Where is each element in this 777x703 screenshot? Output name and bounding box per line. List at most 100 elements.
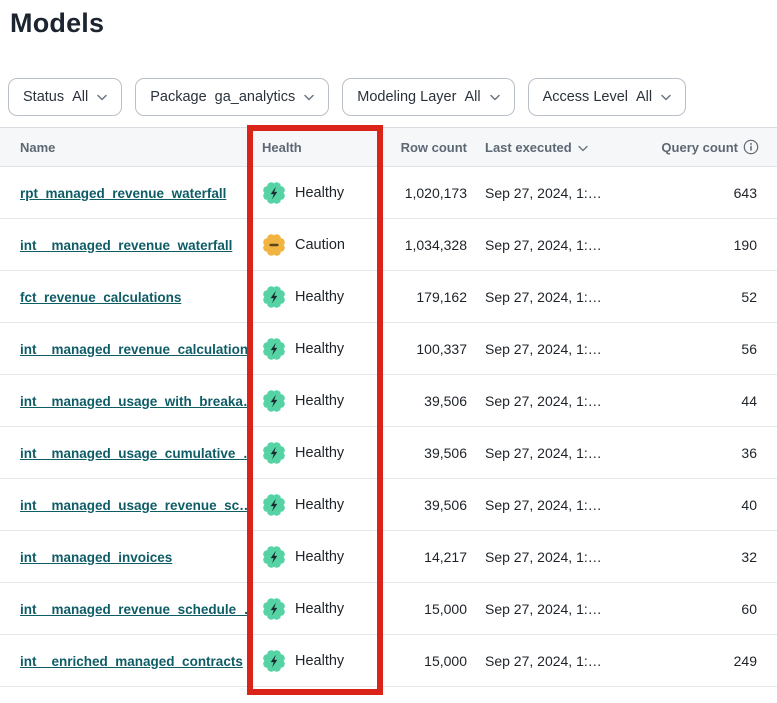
- health-status-label: Caution: [295, 237, 345, 253]
- model-name-link[interactable]: int__managed_usage_cumulative_…: [20, 446, 247, 461]
- model-name-link[interactable]: int__managed_revenue_calculations: [20, 342, 247, 357]
- last-executed-cell: Sep 27, 2024, 1:…: [467, 497, 645, 513]
- row-count-cell: 39,506: [383, 445, 467, 461]
- query-count-cell: 60: [645, 601, 777, 617]
- name-cell: fct_revenue_calculations: [0, 289, 247, 305]
- model-name-link[interactable]: fct_revenue_calculations: [20, 290, 181, 305]
- status-filter[interactable]: Status All: [8, 78, 122, 116]
- health-status-label: Healthy: [295, 185, 344, 201]
- column-header-name: Name: [0, 140, 247, 155]
- health-badge-icon: [262, 181, 286, 205]
- row-count-cell: 39,506: [383, 497, 467, 513]
- health-cell: Healthy: [247, 493, 383, 517]
- name-cell: int__enriched_managed_contracts: [0, 653, 247, 669]
- row-count-cell: 100,337: [383, 341, 467, 357]
- health-status-label: Healthy: [295, 549, 344, 565]
- model-name-link[interactable]: rpt_managed_revenue_waterfall: [20, 186, 226, 201]
- last-executed-cell: Sep 27, 2024, 1:…: [467, 393, 645, 409]
- table-row: int__managed_usage_revenue_sc… Healthy 3…: [0, 479, 777, 531]
- last-executed-cell: Sep 27, 2024, 1:…: [467, 237, 645, 253]
- health-cell: Healthy: [247, 545, 383, 569]
- chevron-down-icon: [97, 94, 107, 101]
- row-count-cell: 15,000: [383, 653, 467, 669]
- health-status-label: Healthy: [295, 341, 344, 357]
- health-status-label: Healthy: [295, 601, 344, 617]
- model-name-link[interactable]: int__managed_usage_revenue_sc…: [20, 498, 247, 513]
- health-badge-icon: [262, 493, 286, 517]
- modeling-layer-filter[interactable]: Modeling Layer All: [342, 78, 514, 116]
- model-name-link[interactable]: int__enriched_managed_contracts: [20, 654, 243, 669]
- health-badge-icon: [262, 337, 286, 361]
- row-count-cell: 1,034,328: [383, 237, 467, 253]
- query-count-cell: 36: [645, 445, 777, 461]
- column-header-row-count: Row count: [383, 140, 467, 155]
- name-cell: int__managed_invoices: [0, 549, 247, 565]
- health-badge-icon: [262, 441, 286, 465]
- package-filter-value: ga_analytics: [215, 89, 296, 105]
- health-badge-icon: [262, 285, 286, 309]
- table-row: rpt_managed_revenue_waterfall Healthy 1,…: [0, 167, 777, 219]
- table-header-row: Name Health Row count Last executed Quer…: [0, 127, 777, 167]
- table-row: int__managed_usage_with_breaka… Healthy …: [0, 375, 777, 427]
- modeling-layer-filter-value: All: [464, 89, 480, 105]
- row-count-cell: 39,506: [383, 393, 467, 409]
- health-badge-icon: [262, 389, 286, 413]
- access-level-filter[interactable]: Access Level All: [528, 78, 687, 116]
- table-row: fct_revenue_calculations Healthy 179,162…: [0, 271, 777, 323]
- last-executed-cell: Sep 27, 2024, 1:…: [467, 601, 645, 617]
- info-icon[interactable]: [743, 139, 759, 155]
- health-cell: Healthy: [247, 285, 383, 309]
- row-count-cell: 14,217: [383, 549, 467, 565]
- page-title: Models: [0, 0, 777, 39]
- query-count-cell: 32: [645, 549, 777, 565]
- package-filter[interactable]: Package ga_analytics: [135, 78, 329, 116]
- query-count-cell: 249: [645, 653, 777, 669]
- query-count-cell: 44: [645, 393, 777, 409]
- model-name-link[interactable]: int__managed_invoices: [20, 550, 172, 565]
- last-executed-cell: Sep 27, 2024, 1:…: [467, 653, 645, 669]
- models-table: Name Health Row count Last executed Quer…: [0, 127, 777, 687]
- last-executed-cell: Sep 27, 2024, 1:…: [467, 549, 645, 565]
- chevron-down-icon: [304, 94, 314, 101]
- modeling-layer-filter-label: Modeling Layer: [357, 89, 456, 105]
- health-cell: Caution: [247, 233, 383, 257]
- last-executed-cell: Sep 27, 2024, 1:…: [467, 289, 645, 305]
- health-cell: Healthy: [247, 181, 383, 205]
- health-cell: Healthy: [247, 649, 383, 673]
- name-cell: int__managed_revenue_calculations: [0, 341, 247, 357]
- package-filter-label: Package: [150, 89, 206, 105]
- health-cell: Healthy: [247, 389, 383, 413]
- column-header-query-count-label: Query count: [661, 140, 738, 155]
- health-status-label: Healthy: [295, 497, 344, 513]
- table-row: int__managed_usage_cumulative_… Healthy …: [0, 427, 777, 479]
- row-count-cell: 15,000: [383, 601, 467, 617]
- query-count-cell: 52: [645, 289, 777, 305]
- models-page: Models Status All Package ga_analytics M…: [0, 0, 777, 703]
- table-body: rpt_managed_revenue_waterfall Healthy 1,…: [0, 167, 777, 687]
- health-badge-icon: [262, 545, 286, 569]
- health-status-label: Healthy: [295, 393, 344, 409]
- health-badge-icon: [262, 597, 286, 621]
- model-name-link[interactable]: int__managed_revenue_waterfall: [20, 238, 232, 253]
- chevron-down-icon: [661, 94, 671, 101]
- access-level-filter-label: Access Level: [543, 89, 628, 105]
- access-level-filter-value: All: [636, 89, 652, 105]
- table-row: int__managed_invoices Healthy 14,217 Sep…: [0, 531, 777, 583]
- health-cell: Healthy: [247, 337, 383, 361]
- status-filter-value: All: [72, 89, 88, 105]
- table-row: int__enriched_managed_contracts Healthy …: [0, 635, 777, 687]
- row-count-cell: 179,162: [383, 289, 467, 305]
- table-row: int__managed_revenue_waterfall Caution 1…: [0, 219, 777, 271]
- name-cell: int__managed_revenue_waterfall: [0, 237, 247, 253]
- table-row: int__managed_revenue_calculations Health…: [0, 323, 777, 375]
- model-name-link[interactable]: int__managed_revenue_schedule_…: [20, 602, 247, 617]
- model-name-link[interactable]: int__managed_usage_with_breaka…: [20, 394, 247, 409]
- query-count-cell: 40: [645, 497, 777, 513]
- name-cell: int__managed_usage_with_breaka…: [0, 393, 247, 409]
- row-count-cell: 1,020,173: [383, 185, 467, 201]
- health-cell: Healthy: [247, 597, 383, 621]
- column-header-last-executed[interactable]: Last executed: [467, 140, 645, 155]
- column-header-health: Health: [247, 140, 383, 155]
- query-count-cell: 56: [645, 341, 777, 357]
- name-cell: int__managed_revenue_schedule_…: [0, 601, 247, 617]
